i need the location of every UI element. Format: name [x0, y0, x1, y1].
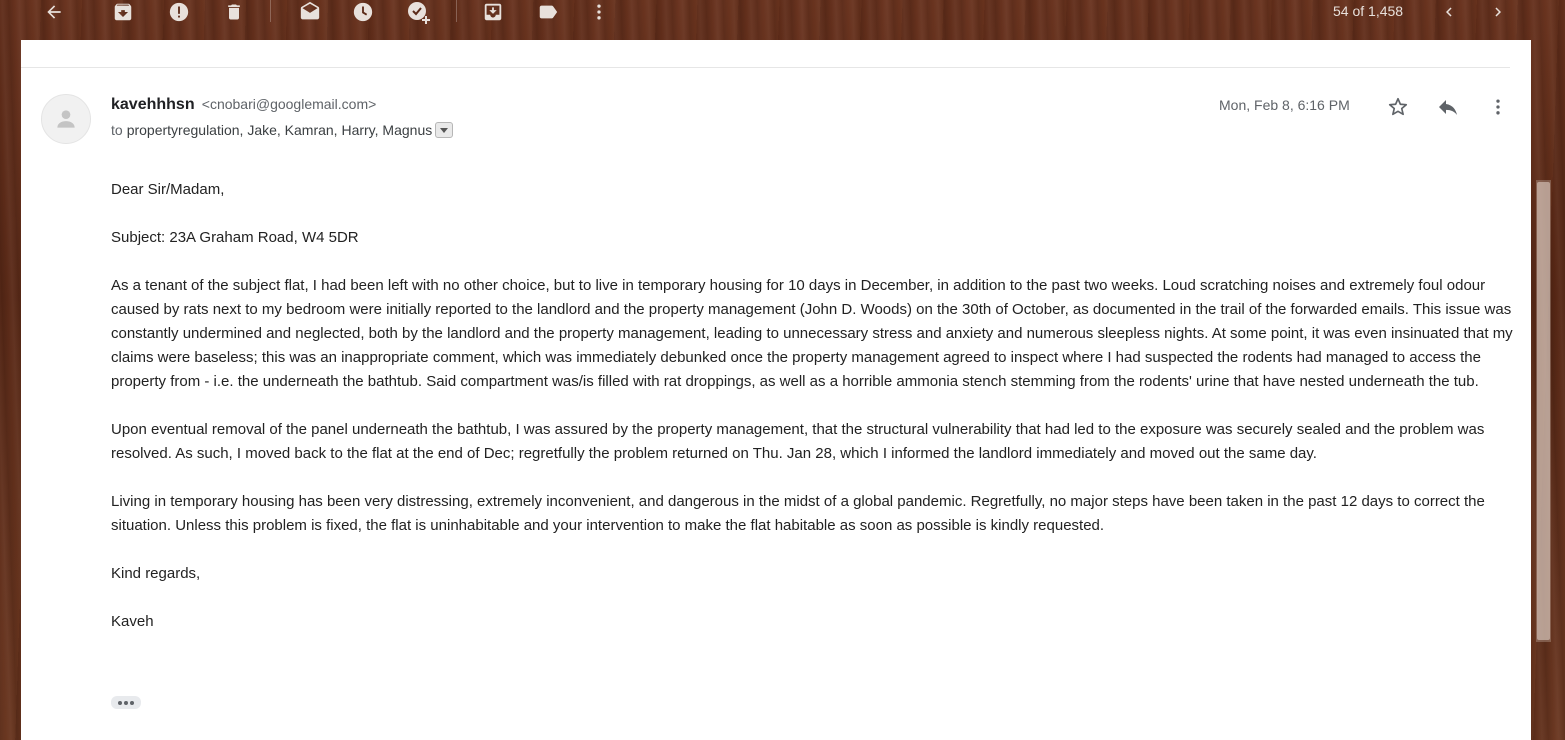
closing: Kind regards,	[111, 565, 201, 582]
caret-down-icon	[440, 128, 449, 133]
add-to-tasks-icon[interactable]	[404, 0, 432, 24]
toolbar-divider	[270, 0, 271, 22]
show-trimmed-content-button[interactable]	[111, 696, 141, 709]
subject-line: Subject: 23A Graham Road, W4 5DR	[111, 229, 359, 246]
sender-name[interactable]: kavehhhsn	[111, 96, 195, 113]
signature: Kaveh	[111, 613, 154, 630]
snooze-icon[interactable]	[349, 0, 377, 24]
message-card: kavehhhsn <cnobari@googlemail.com> to pr…	[21, 40, 1531, 740]
report-spam-icon[interactable]	[165, 0, 193, 24]
toolbar: 54 of 1,458	[0, 0, 1565, 40]
back-arrow-icon[interactable]	[40, 0, 68, 24]
more-options-icon[interactable]	[1484, 93, 1512, 121]
newer-chevron-left-icon[interactable]	[1435, 0, 1463, 24]
mark-unread-icon[interactable]	[296, 0, 324, 24]
reply-icon[interactable]	[1434, 93, 1462, 121]
recipients-list: propertyregulation, Jake, Kamran, Harry,…	[126, 122, 433, 138]
sender-line: kavehhhsn <cnobari@googlemail.com>	[111, 96, 376, 114]
greeting: Dear Sir/Madam,	[111, 181, 225, 198]
older-chevron-right-icon[interactable]	[1484, 0, 1512, 24]
body-paragraph: As a tenant of the subject flat, I had b…	[111, 277, 1513, 390]
body-paragraph: Upon eventual removal of the panel under…	[111, 421, 1485, 462]
star-icon[interactable]	[1384, 93, 1412, 121]
more-vert-icon[interactable]	[585, 0, 613, 24]
recipients-line: to propertyregulation, Jake, Kamran, Har…	[111, 122, 454, 138]
ellipsis-icon	[118, 700, 134, 705]
body-paragraph: Living in temporary housing has been ver…	[111, 493, 1485, 534]
toolbar-divider	[456, 0, 457, 22]
scrollbar-thumb[interactable]	[1537, 182, 1550, 640]
labels-icon[interactable]	[534, 0, 562, 24]
sender-email: <cnobari@googlemail.com>	[201, 96, 377, 112]
move-to-icon[interactable]	[479, 0, 507, 24]
message-date: Mon, Feb 8, 6:16 PM	[1219, 97, 1350, 113]
divider	[21, 67, 1510, 68]
to-prefix: to	[111, 122, 123, 138]
message-body: Dear Sir/Madam, Subject: 23A Graham Road…	[111, 178, 1513, 658]
archive-icon[interactable]	[109, 0, 137, 24]
show-details-dropdown[interactable]	[435, 122, 454, 138]
delete-icon[interactable]	[220, 0, 248, 24]
avatar[interactable]	[41, 94, 91, 144]
person-icon	[57, 110, 75, 128]
pager-count: 54 of 1,458	[1333, 3, 1404, 19]
